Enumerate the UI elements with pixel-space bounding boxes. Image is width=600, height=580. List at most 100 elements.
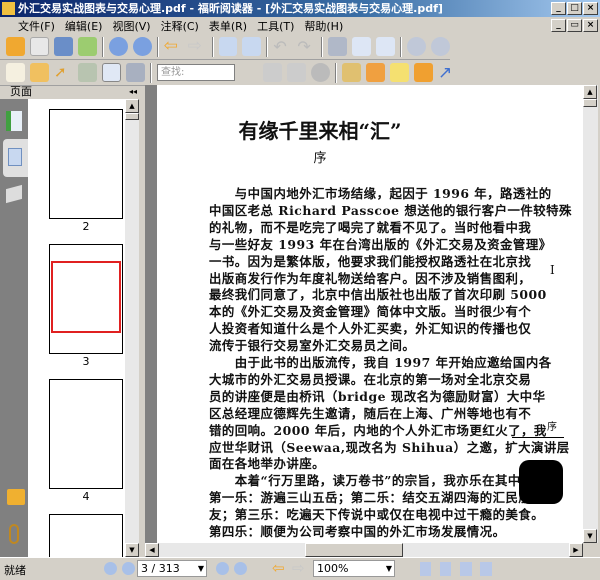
- find-previous-icon[interactable]: [263, 63, 282, 82]
- fit-width-icon[interactable]: [376, 37, 396, 56]
- email-icon[interactable]: [77, 37, 97, 56]
- zoom-out-icon[interactable]: [407, 37, 427, 56]
- binoculars-icon[interactable]: [78, 63, 97, 82]
- zoom-in-icon[interactable]: [431, 37, 450, 56]
- text-line: 本着“行万里路，读万卷书”的宗旨，我亦乐在其中。: [209, 473, 534, 489]
- undo-icon[interactable]: ↶: [273, 37, 292, 56]
- forward-icon[interactable]: ⇨: [292, 559, 305, 577]
- arrow-icon[interactable]: ↗: [438, 63, 457, 83]
- maximize-button[interactable]: □: [567, 2, 582, 15]
- text-line: 与中国内地外汇市场结缘，起因于 1996 年，路透社的: [209, 186, 552, 201]
- next-page-icon[interactable]: [216, 562, 229, 575]
- page-thumbnail-3[interactable]: [49, 244, 123, 354]
- previous-page-icon[interactable]: [108, 37, 128, 56]
- last-page-icon[interactable]: [234, 562, 247, 575]
- bookmarks-icon[interactable]: [6, 111, 22, 131]
- scroll-right-button[interactable]: ▶: [569, 543, 583, 557]
- margin-mark: I: [550, 263, 555, 277]
- close-button[interactable]: ×: [583, 2, 598, 15]
- layers-icon[interactable]: [6, 184, 22, 204]
- text-line: 友；第三乐：吃遍天下传说中或仅在电视中过干瘾的美食。: [209, 507, 545, 523]
- comments-icon[interactable]: [7, 489, 25, 505]
- margin-rule: [512, 437, 564, 438]
- page-thumbnail-4[interactable]: [49, 379, 123, 489]
- continuous-facing-icon[interactable]: [480, 562, 492, 576]
- scroll-up-button[interactable]: ▲: [125, 99, 139, 113]
- collapse-panel-button[interactable]: ◂◂: [129, 85, 137, 99]
- document-view: 有缘千里来相“汇” 序 与中国内地外汇市场结缘，起因于 1996 年，路透社的中…: [145, 85, 583, 543]
- save-icon[interactable]: [29, 37, 49, 56]
- pages-tab[interactable]: [3, 139, 28, 177]
- previous-page-icon[interactable]: [122, 562, 135, 575]
- document-vertical-scrollbar[interactable]: ▲ ▼: [583, 85, 598, 543]
- thumbnail-scrollbar[interactable]: ▲ ▼: [125, 99, 139, 557]
- scroll-down-button[interactable]: ▼: [583, 529, 597, 543]
- app-icon: [2, 2, 15, 15]
- note-icon[interactable]: [366, 63, 385, 82]
- single-page-icon[interactable]: [420, 562, 431, 576]
- page-number-input[interactable]: 3 / 313 ▼: [137, 560, 207, 577]
- pencil-icon[interactable]: [342, 63, 361, 82]
- attachments-icon[interactable]: [9, 524, 19, 544]
- snapshot-icon[interactable]: [126, 63, 145, 82]
- next-page-icon[interactable]: [132, 37, 152, 56]
- forward-icon[interactable]: ⇨: [188, 37, 207, 56]
- menu-file[interactable]: 文件(F): [18, 18, 55, 34]
- pointer-icon[interactable]: ➚: [54, 63, 73, 82]
- menu-help[interactable]: 帮助(H): [304, 18, 343, 34]
- menu-view[interactable]: 视图(V): [112, 18, 150, 34]
- pages-panel-header: 页面 ◂◂: [0, 85, 145, 99]
- zoom-icon[interactable]: [328, 37, 348, 56]
- menu-comment[interactable]: 注释(C): [161, 18, 199, 34]
- document-horizontal-scrollbar[interactable]: ◀ ▶: [145, 543, 583, 557]
- doc-close-button[interactable]: ×: [583, 19, 598, 32]
- scroll-thumb[interactable]: [583, 99, 597, 107]
- menu-edit[interactable]: 编辑(E): [65, 18, 103, 34]
- page-number: 3 / 313: [141, 562, 180, 575]
- menu-form[interactable]: 表单(R): [209, 18, 247, 34]
- back-icon[interactable]: ⇦: [272, 559, 285, 577]
- tools-toolbar: ➚ 查找: ↗: [0, 60, 520, 86]
- back-icon[interactable]: ⇦: [164, 37, 183, 56]
- page-extract-icon[interactable]: [218, 37, 238, 56]
- scroll-thumb[interactable]: [305, 543, 403, 557]
- page-insert-icon[interactable]: [242, 37, 262, 56]
- open-icon[interactable]: [6, 37, 25, 56]
- select-text-icon[interactable]: [30, 63, 49, 82]
- menu-tools[interactable]: 工具(T): [257, 18, 294, 34]
- zoom-value: 100%: [317, 562, 349, 575]
- print-icon[interactable]: [53, 37, 73, 56]
- find-next-icon[interactable]: [287, 63, 306, 82]
- first-page-icon[interactable]: [104, 562, 117, 575]
- text-line: 第一乐：游遍三山五岳；第二乐：结交五湖四海的汇民朋: [209, 490, 532, 506]
- text-line: 第四乐：顺便为公司考察中国的外汇市场发展情况。: [209, 524, 506, 539]
- text-line: 中国区老总 Richard Passcoe 想送他的银行客户一件较特殊: [209, 202, 572, 218]
- typewriter-icon[interactable]: [102, 63, 121, 82]
- comment-icon[interactable]: [414, 63, 433, 82]
- page-thumbnail-5[interactable]: [49, 514, 123, 557]
- title-bar: 外汇交易实战图表与交易心理.pdf - 福昕阅读器 - [外汇交易实战图表与交易…: [0, 0, 600, 17]
- minimize-button[interactable]: _: [551, 2, 566, 15]
- menu-bar: 文件(F) 编辑(E) 视图(V) 注释(C) 表单(R) 工具(T) 帮助(H…: [0, 17, 600, 34]
- doc-restore-button[interactable]: ▭: [567, 19, 582, 32]
- text-line: 区总经理应德辉先生邀请，随后在上海、广州等地也有不: [209, 405, 532, 421]
- redo-icon[interactable]: ↷: [297, 37, 316, 56]
- page-thumbnail-2[interactable]: [49, 109, 123, 219]
- facing-icon[interactable]: [460, 562, 472, 576]
- find-input[interactable]: 查找:: [157, 64, 235, 81]
- viewport-indicator[interactable]: [51, 261, 121, 333]
- scroll-left-button[interactable]: ◀: [145, 543, 159, 557]
- hand-icon[interactable]: [6, 63, 25, 82]
- textbox-icon[interactable]: [390, 63, 409, 82]
- scroll-up-button[interactable]: ▲: [583, 85, 597, 99]
- zoom-select[interactable]: 100% ▼: [313, 560, 395, 577]
- window-controls: _ □ ×: [551, 2, 598, 15]
- continuous-icon[interactable]: [440, 562, 451, 576]
- scroll-thumb[interactable]: [125, 113, 139, 120]
- window-title: 外汇交易实战图表与交易心理.pdf - 福昕阅读器 - [外汇交易实战图表与交易…: [18, 2, 443, 15]
- fit-page-icon[interactable]: [352, 37, 372, 56]
- scroll-down-button[interactable]: ▼: [125, 543, 139, 557]
- search-icon[interactable]: [311, 63, 330, 82]
- text-line: 出版商发行作为年度礼物送给客户。因不涉及销售图利，: [209, 270, 532, 286]
- doc-minimize-button[interactable]: _: [551, 19, 566, 32]
